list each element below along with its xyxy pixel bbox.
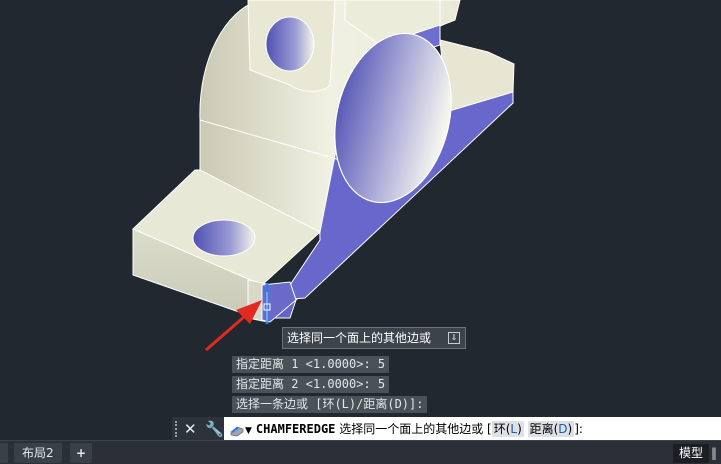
add-layout-button[interactable]: + <box>70 443 93 463</box>
model-space-button[interactable]: 模型 <box>672 444 709 463</box>
chevron-down-icon[interactable]: ▼ <box>245 426 252 436</box>
command-input[interactable]: ▼ CHAMFEREDGE 选择同一个面上的其他边或 [环(L) 距离(D)]: <box>228 417 721 441</box>
command-name: CHAMFEREDGE <box>255 422 336 436</box>
cap-hole-left <box>265 16 315 72</box>
drag-handle-icon[interactable] <box>175 421 181 437</box>
chamfer-edge-icon[interactable] <box>230 423 244 437</box>
tab-layout2[interactable]: 布局2 <box>14 443 62 463</box>
command-history-line-3: 选择一条边或 [环(L)/距离(D)]: <box>232 396 428 413</box>
download-icon[interactable]: ⇓ <box>448 332 460 344</box>
command-tooltip: 选择同一个面上的其他边或 ⇓ <box>282 327 466 349</box>
wrench-icon[interactable]: 🔧 <box>205 419 224 439</box>
command-line-controls: ✕ 🔧 <box>172 417 224 441</box>
tab-previous[interactable] <box>0 443 8 463</box>
close-icon[interactable]: ✕ <box>184 419 197 439</box>
command-history-line-2: 指定距离 2 <1.0000>: 5 <box>232 376 390 393</box>
base-mounting-hole <box>192 219 256 257</box>
command-line[interactable]: ✕ 🔧 ▼ CHAMFEREDGE 选择同一个面上的其他边或 [环(L) 距离(D… <box>172 417 721 441</box>
option-distance[interactable]: 距离(D) <box>527 421 575 437</box>
option-loop[interactable]: 环(L) <box>491 421 524 437</box>
command-suffix: ]: <box>574 422 583 436</box>
status-bar: 布局2 + 模型 ‖ <box>0 440 721 464</box>
command-history-line-1: 指定距离 1 <1.0000>: 5 <box>232 356 390 373</box>
pillow-block-3d-model[interactable] <box>0 0 721 440</box>
grid-icon[interactable]: ‖ <box>711 444 721 463</box>
tooltip-text: 选择同一个面上的其他边或 <box>287 331 432 345</box>
model-viewport[interactable] <box>0 0 721 440</box>
command-prompt: 选择同一个面上的其他边或 [ <box>335 422 492 436</box>
